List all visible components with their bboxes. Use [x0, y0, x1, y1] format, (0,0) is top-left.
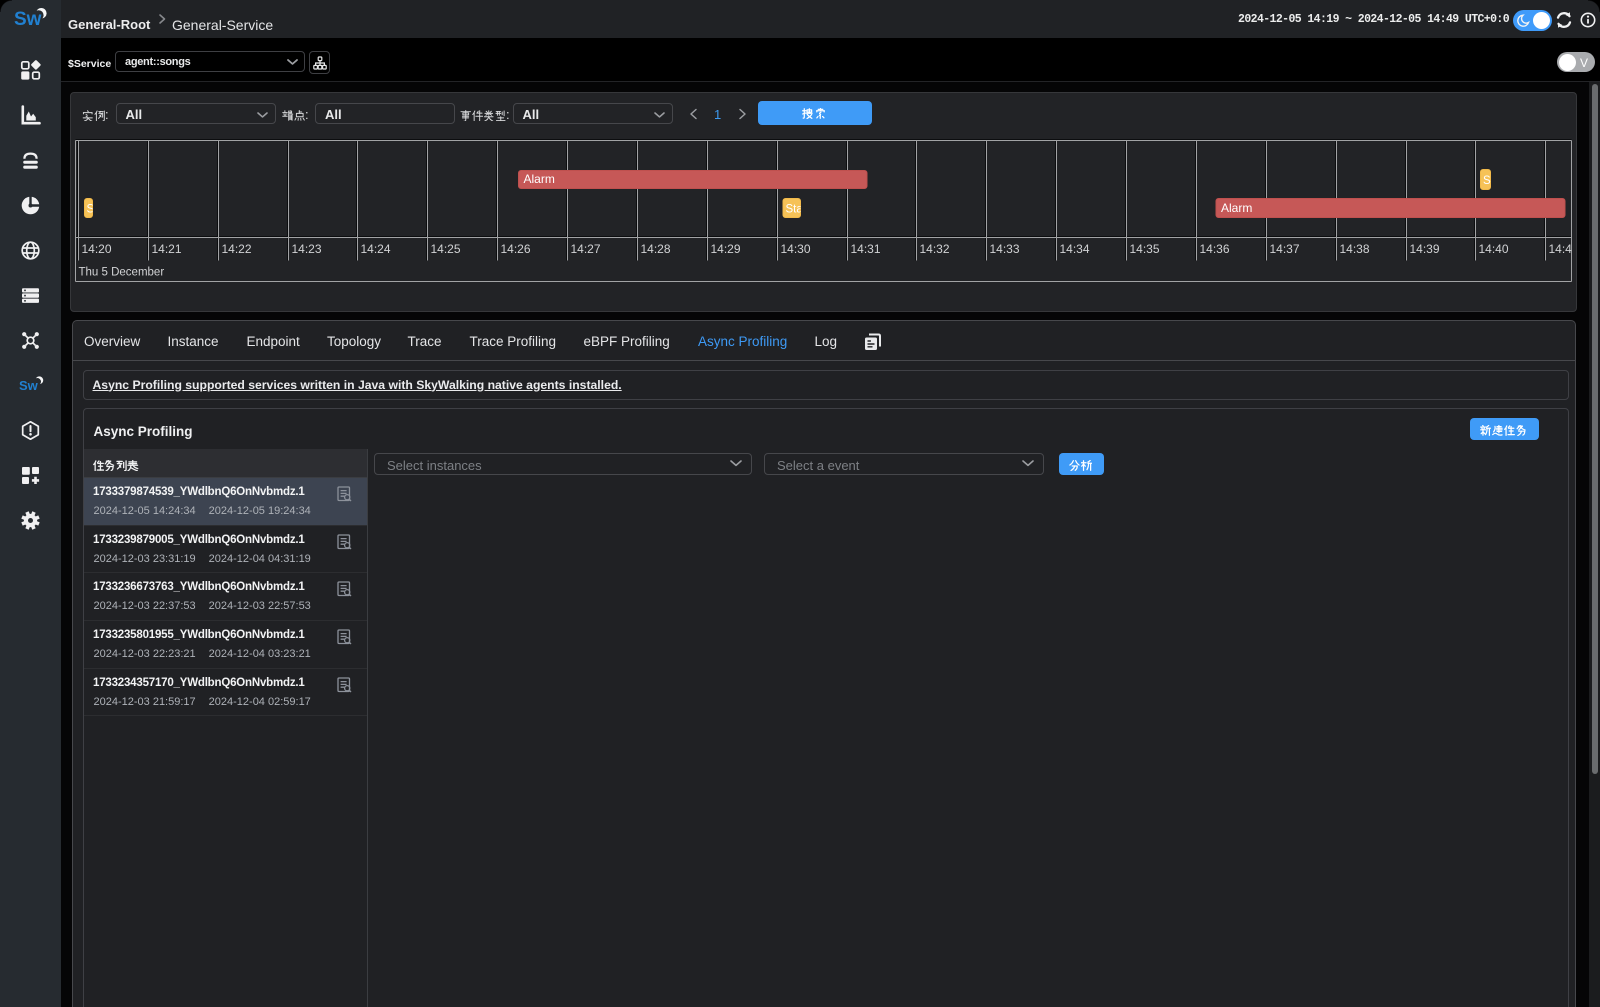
svg-text:14:35: 14:35 [1130, 242, 1160, 256]
svg-text:14:27: 14:27 [571, 242, 601, 256]
svg-text:Alarm: Alarm [524, 172, 555, 186]
svg-text:14:39: 14:39 [1410, 242, 1440, 256]
svg-text:14:22: 14:22 [222, 242, 252, 256]
svg-text:14:34: 14:34 [1060, 242, 1090, 256]
svg-text:S: S [1483, 175, 1491, 187]
svg-text:Alarm: Alarm [1221, 201, 1252, 215]
svg-text:Thu 5 December: Thu 5 December [79, 267, 165, 279]
svg-text:14:31: 14:31 [851, 242, 881, 256]
svg-text:14:29: 14:29 [711, 242, 741, 256]
svg-text:S: S [87, 204, 95, 216]
svg-text:14:28: 14:28 [641, 242, 671, 256]
svg-text:14:37: 14:37 [1270, 242, 1300, 256]
svg-text:14:21: 14:21 [152, 242, 182, 256]
svg-text:14:41: 14:41 [1549, 242, 1579, 256]
svg-text:14:38: 14:38 [1340, 242, 1370, 256]
svg-text:14:36: 14:36 [1200, 242, 1230, 256]
svg-text:14:30: 14:30 [781, 242, 811, 256]
svg-text:14:23: 14:23 [292, 242, 322, 256]
svg-text:14:26: 14:26 [501, 242, 531, 256]
svg-text:14:25: 14:25 [431, 242, 461, 256]
svg-text:14:24: 14:24 [361, 242, 391, 256]
svg-text:14:32: 14:32 [920, 242, 950, 256]
svg-text:14:20: 14:20 [82, 242, 112, 256]
svg-text:14:33: 14:33 [990, 242, 1020, 256]
svg-text:14:40: 14:40 [1479, 242, 1509, 256]
